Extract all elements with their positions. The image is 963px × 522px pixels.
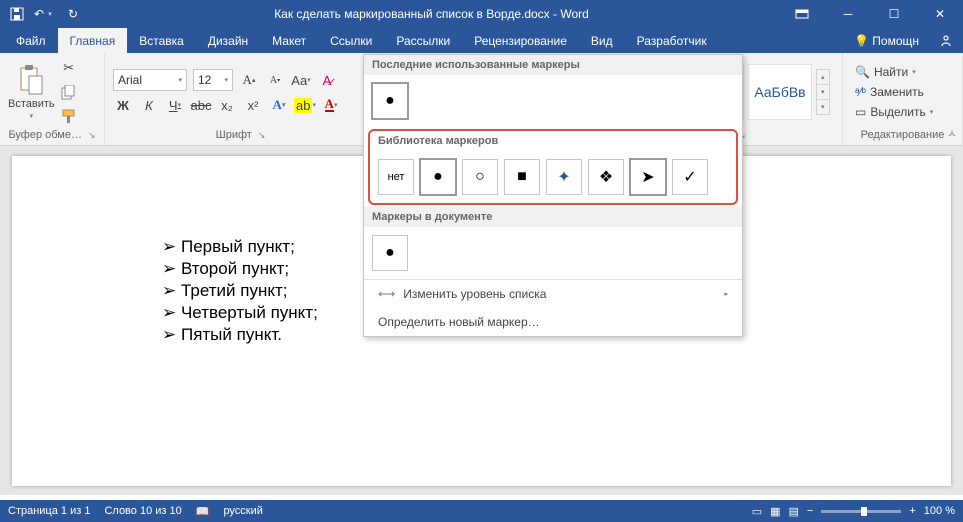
style-heading2[interactable]: АаБбВв (748, 64, 812, 120)
font-launcher-icon[interactable]: ↘ (258, 130, 266, 141)
tab-review[interactable]: Рецензирование (462, 28, 579, 53)
select-button[interactable]: ▭ Выделить ▾ (855, 103, 933, 121)
subscript-button[interactable]: x₂ (217, 95, 237, 115)
change-case-icon[interactable]: Aa▾ (291, 70, 311, 90)
clipboard-group-label: Буфер обме… (8, 129, 82, 141)
bullet-arrow[interactable]: ➤ (630, 159, 666, 195)
zoom-in-icon[interactable]: + (909, 505, 915, 517)
view-print-icon[interactable]: ▦ (770, 505, 780, 518)
close-icon[interactable]: ✕ (917, 0, 963, 28)
status-language[interactable]: русский (223, 505, 262, 517)
redo-icon[interactable]: ↻ (62, 3, 84, 25)
bullet-check[interactable]: ✓ (672, 159, 708, 195)
bullet-diamond4[interactable]: ❖ (588, 159, 624, 195)
format-painter-icon[interactable] (59, 106, 79, 126)
paste-chevron-icon[interactable]: ▾ (30, 112, 34, 120)
status-words[interactable]: Слово 10 из 10 (104, 505, 181, 517)
font-size-combo[interactable]: 12▾ (193, 69, 233, 91)
zoom-level[interactable]: 100 % (924, 505, 955, 517)
bullet-disc[interactable]: ● (372, 83, 408, 119)
styles-up-icon[interactable]: ▴ (817, 70, 829, 85)
list-item[interactable]: Третий пункт; (162, 280, 318, 302)
change-list-level[interactable]: ⟷Изменить уровень списка ▸ (364, 280, 742, 308)
view-read-icon[interactable]: ▭ (752, 505, 762, 518)
undo-icon[interactable]: ↶ ▾ (34, 3, 56, 25)
save-icon[interactable] (6, 3, 28, 25)
cut-icon[interactable]: ✂ (59, 58, 79, 78)
view-web-icon[interactable]: ▤ (789, 505, 799, 518)
window-title: Как сделать маркированный список в Ворде… (84, 7, 779, 21)
replace-button[interactable]: ᵃ⁄ᵇ Заменить (855, 83, 933, 101)
grow-font-icon[interactable]: A▴ (239, 70, 259, 90)
bullet-4star[interactable]: ✦ (546, 159, 582, 195)
editing-group-label: Редактирование (861, 129, 945, 141)
paste-icon[interactable] (17, 64, 45, 96)
tab-design[interactable]: Дизайн (196, 28, 260, 53)
font-group-label: Шрифт (216, 129, 252, 141)
strike-button[interactable]: abc (191, 95, 211, 115)
recent-bullets-label: Последние использованные маркеры (364, 55, 742, 75)
minimize-icon[interactable]: ─ (825, 0, 871, 28)
clipboard-launcher-icon[interactable]: ↘ (88, 130, 96, 141)
zoom-out-icon[interactable]: − (807, 505, 813, 517)
tab-home[interactable]: Главная (58, 28, 128, 53)
document-bullets-label: Маркеры в документе (364, 207, 742, 227)
tab-file[interactable]: Файл (4, 28, 58, 53)
copy-icon[interactable] (59, 82, 79, 102)
styles-down-icon[interactable]: ▾ (817, 85, 829, 100)
list-item[interactable]: Второй пункт; (162, 258, 318, 280)
font-color-icon[interactable]: A ▾ (321, 95, 341, 115)
tab-view[interactable]: Вид (579, 28, 625, 53)
ribbon-options-icon[interactable] (779, 0, 825, 28)
bullet-disc[interactable]: ● (420, 159, 456, 195)
text-effects-icon[interactable]: A ▾ (269, 95, 289, 115)
bullet-library-label: Библиотека маркеров (370, 131, 736, 151)
tab-developer[interactable]: Разработчик (625, 28, 719, 53)
zoom-slider[interactable] (821, 510, 901, 513)
clear-format-icon[interactable]: A̷ (317, 70, 337, 90)
italic-button[interactable]: К (139, 95, 159, 115)
paste-label: Вставить (8, 98, 55, 110)
status-spellcheck-icon[interactable]: 📖 (196, 505, 210, 518)
maximize-icon[interactable]: ☐ (871, 0, 917, 28)
tell-me[interactable]: 💡 Помощн (854, 34, 919, 48)
share-icon[interactable] (939, 34, 953, 48)
define-new-bullet[interactable]: Определить новый маркер… (364, 308, 742, 336)
list-item[interactable]: Пятый пункт. (162, 324, 318, 346)
tab-insert[interactable]: Вставка (127, 28, 196, 53)
highlight-icon[interactable]: ab▾ (295, 95, 315, 115)
bullets-dropdown: Последние использованные маркеры ● Библи… (363, 54, 743, 337)
underline-button[interactable]: Ч ▾ (165, 95, 185, 115)
bold-button[interactable]: Ж (113, 95, 133, 115)
tab-layout[interactable]: Макет (260, 28, 318, 53)
shrink-font-icon[interactable]: A▾ (265, 70, 285, 90)
status-page[interactable]: Страница 1 из 1 (8, 505, 90, 517)
bullet-circle[interactable]: ○ (462, 159, 498, 195)
bullet-none[interactable]: нет (378, 159, 414, 195)
styles-more-icon[interactable]: ▾ (817, 100, 829, 114)
superscript-button[interactable]: x² (243, 95, 263, 115)
tab-mailings[interactable]: Рассылки (384, 28, 462, 53)
list-item[interactable]: Первый пункт; (162, 236, 318, 258)
collapse-ribbon-icon[interactable]: ㅅ (947, 125, 957, 141)
find-button[interactable]: 🔍 Найти ▾ (855, 63, 933, 81)
font-name-combo[interactable]: Arial▾ (113, 69, 187, 91)
list-item[interactable]: Четвертый пункт; (162, 302, 318, 324)
bullet-disc[interactable]: ● (372, 235, 408, 271)
bullet-square[interactable]: ■ (504, 159, 540, 195)
tab-references[interactable]: Ссылки (318, 28, 384, 53)
